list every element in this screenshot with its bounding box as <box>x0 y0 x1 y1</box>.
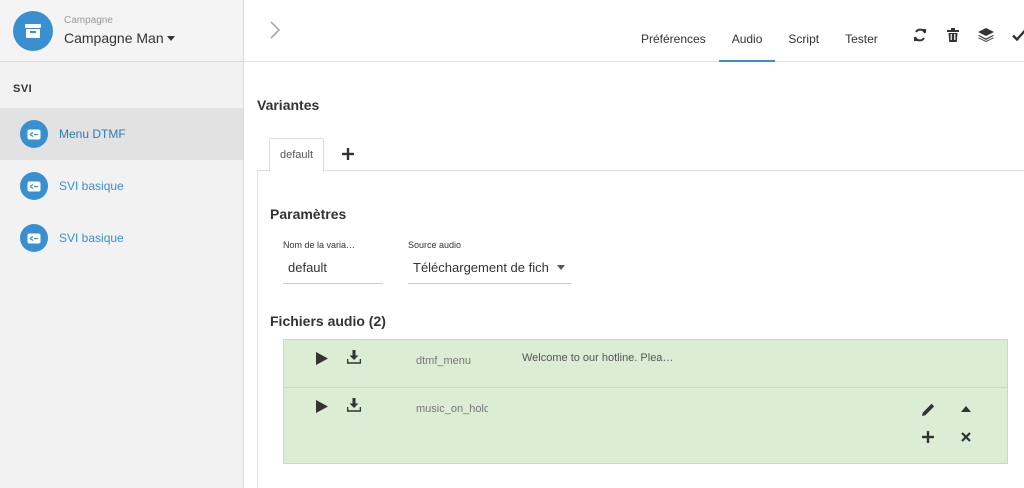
variant-name-value: default <box>288 260 328 275</box>
pencil-icon[interactable] <box>921 402 935 416</box>
sidebar-item-svi-basique[interactable]: SVI basique <box>0 212 243 264</box>
audio-source-select[interactable]: Téléchargement de fich <box>408 260 571 284</box>
variant-name-label: Nom de la varia… <box>283 240 356 250</box>
download-icon[interactable] <box>346 398 362 412</box>
archive-icon <box>13 10 53 51</box>
list-item: dtmf_menu Welcome to our hotline. Plea… <box>284 340 1007 387</box>
tab-audio[interactable]: Audio <box>718 0 776 62</box>
ivr-icon <box>20 120 48 148</box>
params-title: Paramètres <box>270 206 347 222</box>
sidebar: Campagne Campagne Man SVI Menu DTMF SVI … <box>0 0 244 488</box>
tab-preferences[interactable]: Préférences <box>628 0 719 62</box>
add-variant-icon[interactable] <box>341 147 355 161</box>
tab-bar: Préférences Audio Script Tester <box>628 0 891 62</box>
refresh-icon[interactable] <box>911 26 929 44</box>
section-title-svi: SVI <box>13 83 33 95</box>
sidebar-item-label: SVI basique <box>59 231 124 245</box>
sidebar-item-menu-dtmf[interactable]: Menu DTMF <box>0 108 243 160</box>
variant-name-field: Nom de la varia… default <box>283 240 383 284</box>
plus-icon[interactable] <box>921 430 935 444</box>
tab-script[interactable]: Script <box>775 0 832 62</box>
campaign-header: Campagne Campagne Man <box>0 0 243 62</box>
sidebar-item-svi-basique[interactable]: SVI basique <box>0 160 243 212</box>
trash-icon[interactable] <box>944 26 962 44</box>
caret-down-icon <box>166 35 175 41</box>
audio-source-value: Téléchargement de fich <box>413 260 549 275</box>
file-name: music_on_hold <box>416 403 488 415</box>
close-icon[interactable] <box>959 430 973 444</box>
ivr-icon <box>20 172 48 200</box>
variantes-title: Variantes <box>257 97 320 113</box>
audio-source-label: Source audio <box>408 240 462 250</box>
ivr-icon <box>20 224 48 252</box>
main-content: Variantes default Paramètres Nom de la v… <box>244 62 1024 488</box>
caret-up-icon[interactable] <box>959 402 973 416</box>
file-name: dtmf_menu <box>416 355 472 367</box>
toolbar-actions <box>911 26 1024 44</box>
audio-source-field: Source audio Téléchargement de fich <box>408 240 571 284</box>
play-icon[interactable] <box>316 352 328 365</box>
campaign-caption: Campagne <box>64 15 113 26</box>
play-icon[interactable] <box>316 400 328 413</box>
layers-icon[interactable] <box>977 26 995 44</box>
campaign-selector[interactable]: Campagne Man <box>64 30 175 46</box>
sidebar-item-label: Menu DTMF <box>59 127 126 141</box>
variant-tabs: default <box>257 138 1024 172</box>
file-transcript: Welcome to our hotline. Plea… <box>522 352 674 364</box>
files-title: Fichiers audio (2) <box>270 313 386 329</box>
audio-file-list: dtmf_menu Welcome to our hotline. Plea… … <box>283 339 1008 464</box>
sidebar-item-label: SVI basique <box>59 179 124 193</box>
variant-panel: Paramètres Nom de la varia… default Sour… <box>257 171 1024 488</box>
top-bar: Préférences Audio Script Tester <box>244 0 1024 62</box>
caret-down-icon <box>557 265 565 270</box>
campaign-name: Campagne Man <box>64 30 164 46</box>
check-icon[interactable] <box>1010 26 1024 44</box>
tab-tester[interactable]: Tester <box>832 0 891 62</box>
list-item: music_on_hold <box>284 387 1007 464</box>
variant-name-input[interactable]: default <box>283 260 383 284</box>
tab-variant-default[interactable]: default <box>269 138 324 172</box>
chevron-right-icon[interactable] <box>266 18 284 42</box>
download-icon[interactable] <box>346 350 362 364</box>
